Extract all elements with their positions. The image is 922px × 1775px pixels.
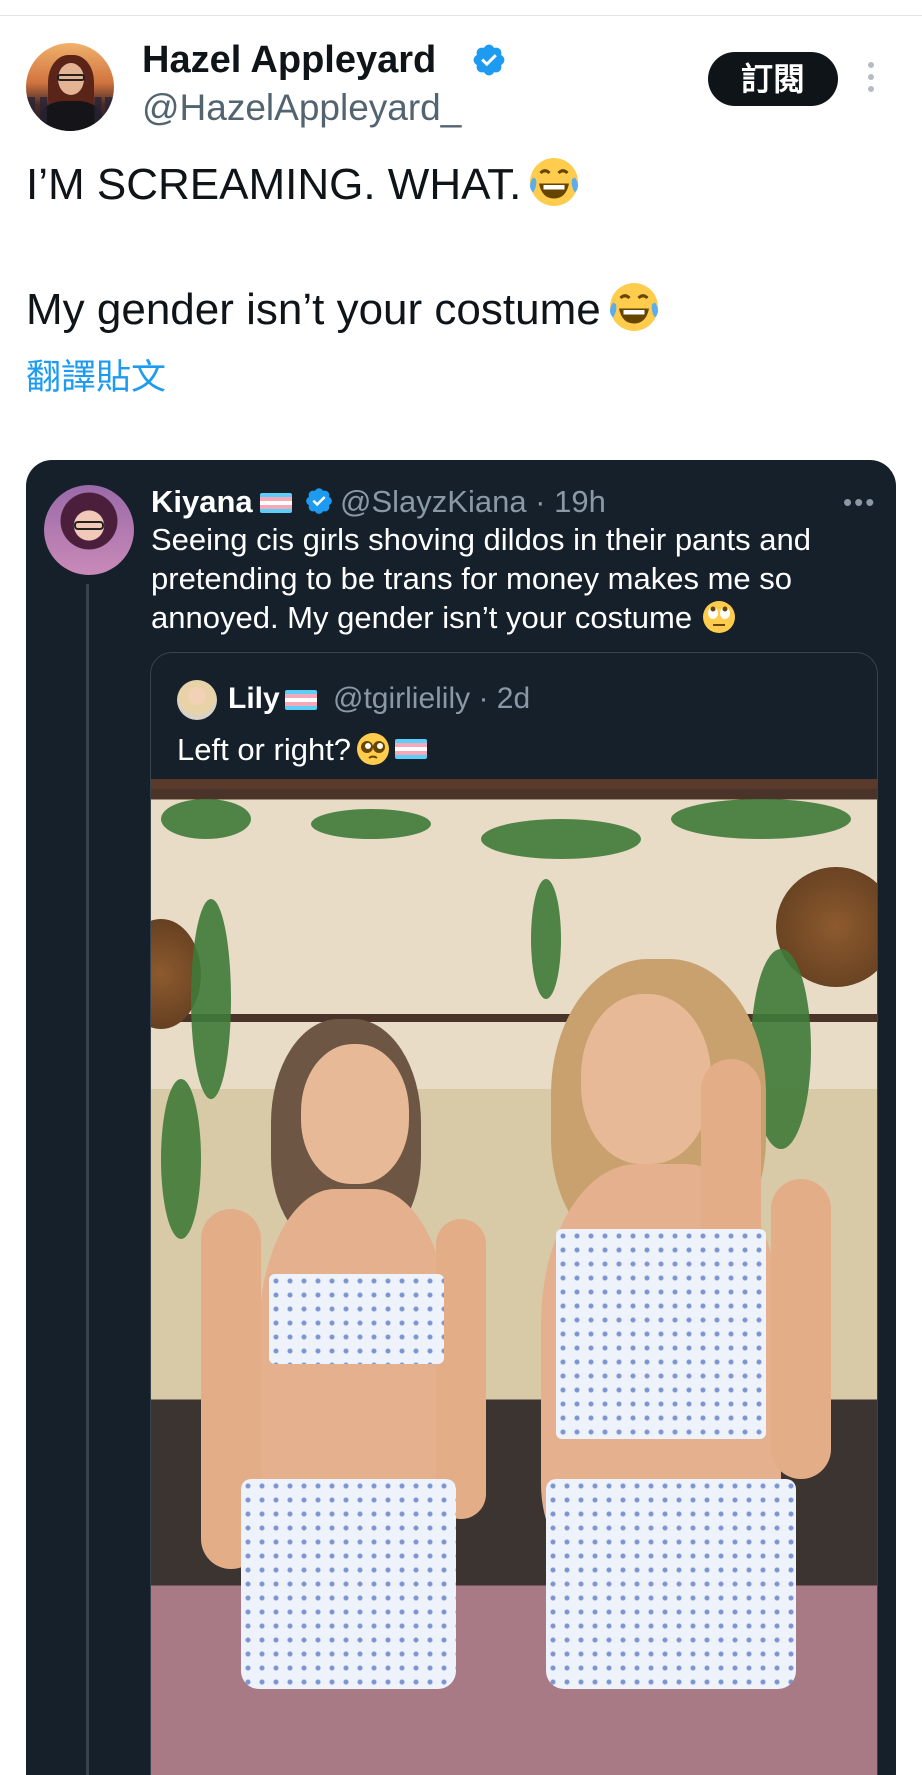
eye-roll-emoji-icon: [702, 601, 735, 633]
tweet-text-1: I’M SCREAMING. WHAT.: [26, 160, 522, 209]
tweet-text-line-1: I’M SCREAMING. WHAT.: [26, 155, 581, 213]
pleading-emoji-icon: [357, 733, 390, 765]
tweet-text-line-2: My gender isn’t your costume: [26, 280, 661, 338]
trans-flag-icon: [260, 493, 292, 513]
author-name[interactable]: Hazel Appleyard: [142, 38, 436, 82]
trans-flag-icon: [395, 739, 428, 759]
author-avatar[interactable]: [26, 43, 114, 131]
verified-badge-icon: [473, 44, 505, 76]
translate-post-link[interactable]: 翻譯貼文: [26, 356, 166, 400]
subscribe-button[interactable]: 訂閱: [708, 52, 838, 106]
more-vertical-icon[interactable]: [866, 62, 876, 96]
quoted-author-handle[interactable]: @SlayzKiana · 19h: [340, 482, 606, 522]
laughing-emoji-icon: [609, 283, 658, 331]
top-divider: [0, 15, 922, 16]
tweet-photo[interactable]: [151, 779, 877, 1775]
quoted-author-avatar[interactable]: [44, 485, 134, 575]
trans-flag-icon: [285, 690, 317, 710]
quoted-author-name[interactable]: Kiyana: [151, 482, 253, 522]
laughing-emoji-icon: [530, 158, 579, 206]
nested-author-handle[interactable]: @tgirlielily · 2d: [333, 679, 530, 719]
quoted-tweet-card[interactable]: Kiyana @SlayzKiana · 19h ••• Seeing cis …: [26, 460, 896, 1775]
verified-badge-icon: [306, 488, 332, 514]
nested-tweet-body: Left or right?: [177, 732, 352, 767]
quoted-tweet-text: Seeing cis girls shoving dildos in their…: [151, 520, 871, 637]
nested-author-name[interactable]: Lily: [228, 679, 280, 719]
thread-line: [86, 584, 89, 1775]
tweet-text-2: My gender isn’t your costume: [26, 285, 601, 334]
nested-author-avatar[interactable]: [177, 680, 217, 720]
author-handle[interactable]: @HazelAppleyard_: [142, 86, 461, 130]
nested-quoted-tweet[interactable]: Lily @tgirlielily · 2d Left or right?: [150, 652, 878, 1775]
nested-tweet-text: Left or right?: [177, 730, 428, 770]
more-horizontal-icon[interactable]: •••: [843, 489, 876, 515]
